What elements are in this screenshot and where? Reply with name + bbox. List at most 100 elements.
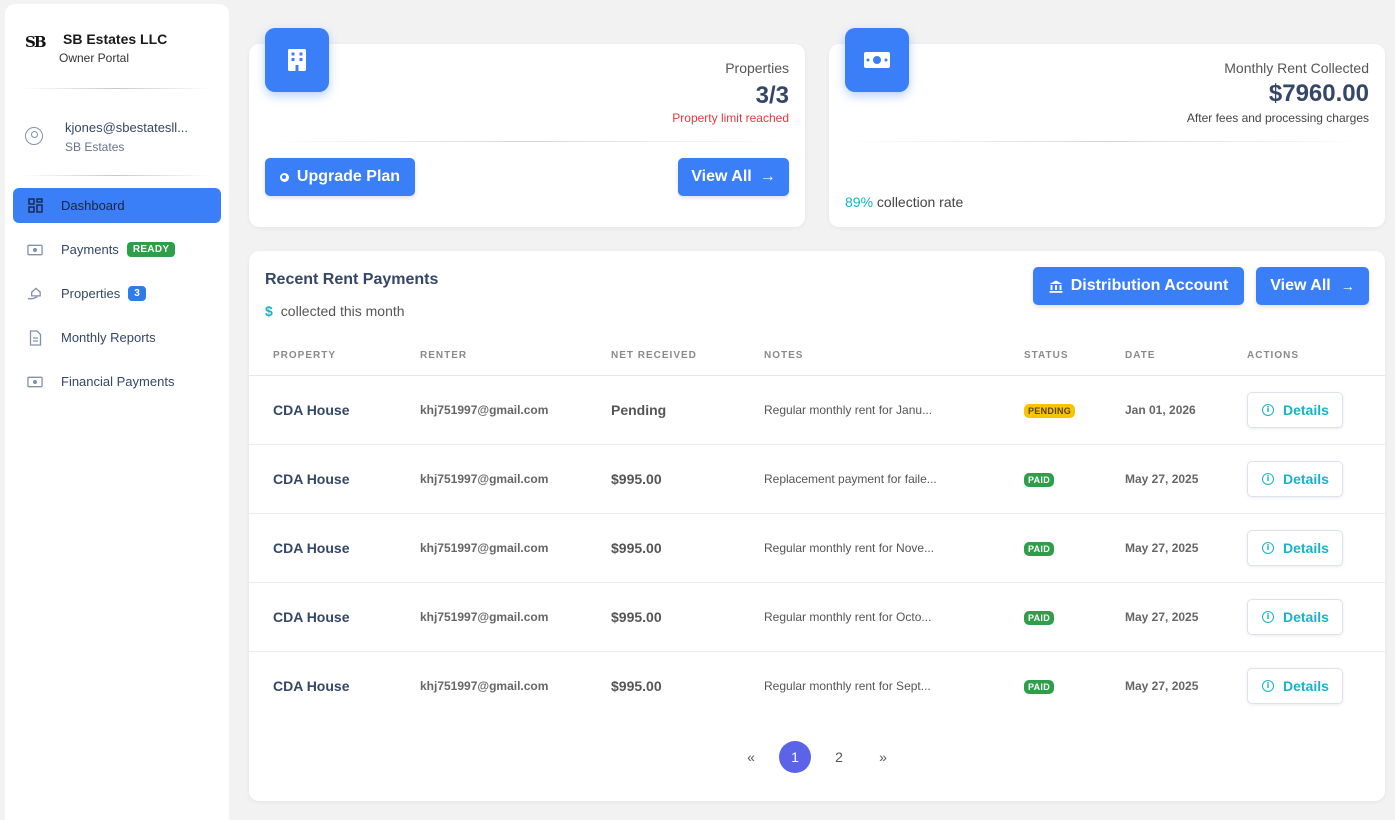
cell-renter: khj751997@gmail.com [396,444,587,514]
column-header-renter[interactable]: RENTER [396,337,587,376]
brand-name: SB Estates LLC [63,31,168,47]
properties-count: 3/3 [755,82,789,109]
sidebar-item-monthly-reports[interactable]: Monthly Reports [13,320,221,355]
table-row: CDA House khj751997@gmail.com $995.00 Re… [249,444,1385,514]
table-row: CDA House khj751997@gmail.com $995.00 Re… [249,513,1385,583]
collection-rate: 89% collection rate [845,194,963,210]
cell-status: PAID [1000,513,1101,583]
view-all-properties-button[interactable]: View All → [678,158,789,196]
details-button[interactable]: i Details [1247,460,1343,497]
sidebar-divider [22,175,212,176]
cell-date: May 27, 2025 [1101,444,1223,514]
upgrade-icon [279,172,289,182]
cell-net-received: $995.00 [611,677,662,694]
sidebar: SB SB Estates LLC Owner Portal kjones@sb… [5,4,229,820]
pagination-prev[interactable]: « [735,741,767,773]
house-hand-icon [27,286,43,302]
upgrade-plan-label: Upgrade Plan [296,168,401,185]
info-icon: i [1262,610,1274,623]
property-limit-warning: Property limit reached [672,111,789,125]
cell-actions: i Details [1223,651,1385,720]
collection-rate-label: collection rate [876,194,964,210]
column-header-net-received[interactable]: NET RECEIVED [587,337,740,376]
cell-actions: i Details [1223,582,1385,652]
cell-property: CDA House [273,677,350,694]
cell-notes: Regular monthly rent for Nove... [740,513,1000,583]
sidebar-item-label: Payments [61,242,119,257]
arrow-right-icon: → [1340,278,1355,294]
pagination-next[interactable]: » [867,741,899,773]
sidebar-item-payments[interactable]: Payments READY [13,232,221,267]
document-icon [27,329,43,346]
view-all-label: View All [691,168,752,185]
cash-icon [845,28,909,92]
view-all-payments-button[interactable]: View All → [1256,267,1369,305]
user-profile[interactable]: kjones@sbestatesll... SB Estates [25,120,188,154]
sidebar-item-label: Dashboard [61,198,125,213]
cell-renter: khj751997@gmail.com [396,375,587,445]
ready-badge: READY [126,242,176,257]
pagination-page-1[interactable]: 1 [779,741,811,773]
rent-collected-card: Monthly Rent Collected $7960.00 After fe… [829,28,1385,227]
sidebar-item-financial-payments[interactable]: Financial Payments [13,364,221,399]
info-icon: i [1262,541,1274,554]
recent-payments-card: Recent Rent Payments $ collected this mon… [249,251,1385,801]
cell-net-received: $995.00 [587,582,740,652]
cell-net-received: Pending [587,375,740,445]
cell-date: May 27, 2025 [1101,582,1223,652]
cell-actions: i Details [1223,444,1385,514]
sidebar-nav: Dashboard Payments READY Properties 3 Mo… [13,188,221,408]
column-header-actions: ACTIONS [1223,337,1385,376]
cell-property: CDA House [249,375,396,445]
recent-payments-title: Recent Rent Payments [265,271,439,288]
cell-renter: khj751997@gmail.com [396,513,587,583]
cell-status: PAID [1000,651,1101,720]
properties-label: Properties [725,60,789,76]
rent-collected-label: Monthly Rent Collected [1224,60,1369,76]
pagination: « 1 2 » [249,741,1385,773]
table-row: CDA House khj751997@gmail.com Pending Re… [249,375,1385,445]
dollar-icon: $ [265,303,273,319]
view-all-label: View All [1270,277,1331,294]
distribution-account-button[interactable]: Distribution Account [1033,267,1244,305]
user-company: SB Estates [65,140,125,154]
sidebar-item-label: Financial Payments [61,374,175,389]
details-button[interactable]: i Details [1247,667,1343,704]
details-label: Details [1283,608,1329,625]
sidebar-item-properties[interactable]: Properties 3 [13,276,221,311]
table-row: CDA House khj751997@gmail.com $995.00 Re… [249,582,1385,652]
status-badge: PENDING [1024,403,1076,418]
sidebar-item-label: Monthly Reports [61,330,156,345]
details-button[interactable]: i Details [1247,598,1343,635]
cell-renter: khj751997@gmail.com [396,582,587,652]
column-header-date[interactable]: DATE [1101,337,1223,376]
rent-collected-value: $7960.00 [1268,80,1369,107]
brand[interactable]: SB SB Estates LLC Owner Portal [25,29,167,65]
pagination-page-2[interactable]: 2 [823,741,855,773]
cell-actions: i Details [1223,375,1385,445]
column-header-notes[interactable]: NOTES [740,337,1000,376]
sidebar-item-dashboard[interactable]: Dashboard [13,188,221,223]
cell-notes: Regular monthly rent for Janu... [740,375,1000,445]
user-circle-icon [25,127,43,145]
column-header-status[interactable]: STATUS [1000,337,1101,376]
properties-card: Properties 3/3 Property limit reached Up… [249,28,805,227]
bank-icon [1049,280,1063,293]
arrow-right-icon: → [759,168,776,185]
cell-property: CDA House [249,513,396,583]
cell-date: Jan 01, 2026 [1101,375,1223,445]
cell-status: PENDING [1000,375,1101,445]
card-divider [845,141,1369,142]
details-button[interactable]: i Details [1247,391,1343,428]
sidebar-item-label: Properties [61,286,121,301]
money-icon [27,374,43,390]
details-label: Details [1283,539,1329,556]
cell-net-received: $995.00 [587,513,740,583]
cell-notes: Replacement payment for faile... [740,444,1000,514]
upgrade-plan-button[interactable]: Upgrade Plan [265,158,415,196]
column-header-property[interactable]: PROPERTY [249,337,396,376]
collected-this-month: collected this month [280,303,405,319]
cell-date: May 27, 2025 [1125,678,1199,693]
details-button[interactable]: i Details [1247,529,1343,566]
cell-status: PAID [1000,582,1101,652]
